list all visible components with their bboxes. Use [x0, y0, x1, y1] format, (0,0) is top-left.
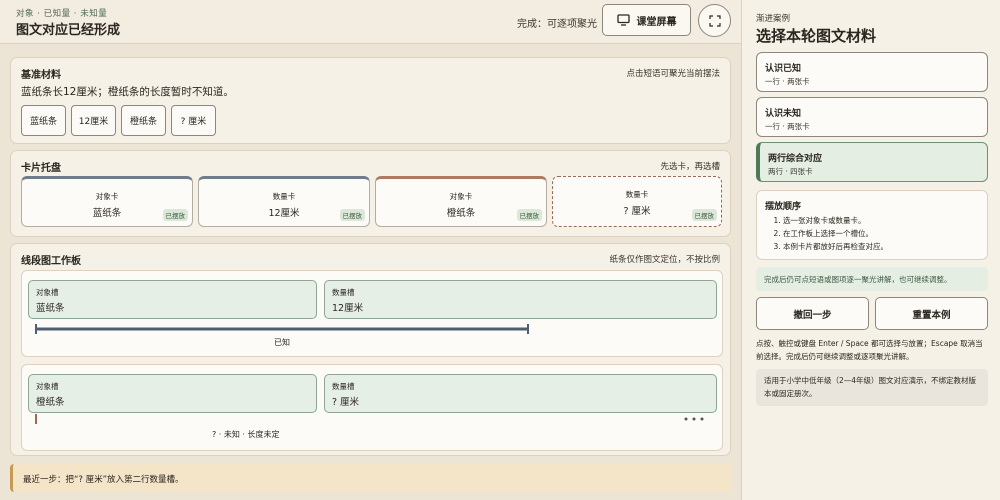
last-step-note: 最近一步：把“? 厘米”放入第二行数量槽。 — [10, 464, 731, 492]
top-header: 对象 · 已知量 · 未知量 图文对应已经形成 完成：可逐项聚光 课堂屏幕 — [0, 0, 741, 44]
order-steps: 选一张对象卡或数量卡。 在工作板上选择一个槽位。 本例卡片都放好后再检查对应。 — [771, 214, 888, 253]
workboard-panel: 线段图工作板 纸条仅作图文定位，不按比例 对象槽 蓝纸条 数量槽 12厘米 已知… — [10, 243, 731, 456]
known-bar-label: 已知 — [274, 338, 290, 347]
placed-badge: 已摆放 — [691, 209, 717, 221]
quantity-slot[interactable]: 数量槽 ? 厘米 — [324, 374, 717, 413]
case-title: 认识未知 — [765, 109, 802, 119]
side-panel: 渐进案例 选择本轮图文材料 认识已知 一行 · 两张卡 认识未知 一行 · 两张… — [741, 0, 1000, 500]
tray-hint: 先选卡，再选槽 — [660, 162, 720, 172]
unknown-bar-label: ? · 未知 · 长度未定 — [212, 430, 280, 439]
reference-text: 蓝纸条长12厘米；橙纸条的长度暂时不知道。 — [21, 86, 234, 98]
object-card-blue[interactable]: 对象卡 蓝纸条 已摆放 — [21, 176, 193, 227]
diagram-row-2: 对象槽 橙纸条 数量槽 ? 厘米 ? · 未知 · 长度未定 — [21, 364, 723, 451]
slot-value: 蓝纸条 — [36, 303, 65, 314]
phrase-chip[interactable]: 12厘米 — [71, 105, 116, 136]
quantity-card-unknown[interactable]: 数量卡 ? 厘米 已摆放 — [552, 176, 722, 227]
fullscreen-button[interactable] — [698, 4, 731, 37]
case-unknown[interactable]: 认识未知 一行 · 两张卡 — [756, 97, 988, 137]
object-slot[interactable]: 对象槽 蓝纸条 — [28, 280, 317, 319]
done-note: 完成后仍可点短语或图项逐一聚光讲解，也可继续调整。 — [756, 267, 988, 291]
monitor-icon — [616, 14, 630, 26]
placement-order-box: 摆放顺序 选一张对象卡或数量卡。 在工作板上选择一个槽位。 本例卡片都放好后再检… — [756, 190, 988, 260]
case-two-rows[interactable]: 两行综合对应 两行 · 四张卡 — [756, 142, 988, 182]
phrase-chip[interactable]: 橙纸条 — [121, 105, 166, 136]
reference-panel: 基准材料 点击短语可聚光当前摆法 蓝纸条长12厘米；橙纸条的长度暂时不知道。 蓝… — [10, 57, 731, 144]
slot-label: 对象槽 — [36, 382, 59, 391]
fullscreen-icon — [708, 14, 721, 27]
case-sub: 两行 · 四张卡 — [768, 167, 813, 176]
slot-value: 12厘米 — [332, 303, 364, 314]
object-slot[interactable]: 对象槽 橙纸条 — [28, 374, 317, 413]
scope-note: 适用于小学中低年级（2—4年级）图文对应演示，不绑定教材版本或固定册次。 — [756, 369, 988, 406]
case-title: 两行综合对应 — [768, 154, 823, 164]
tray-title: 卡片托盘 — [21, 163, 61, 174]
app-root: 对象 · 已知量 · 未知量 图文对应已经形成 完成：可逐项聚光 课堂屏幕 基准… — [0, 0, 1000, 500]
unknown-segment-bar — [35, 414, 704, 424]
card-tray-panel: 卡片托盘 先选卡，再选槽 对象卡 蓝纸条 已摆放 数量卡 12厘米 已摆放 对象… — [10, 150, 731, 237]
slot-label: 对象槽 — [36, 288, 59, 297]
undo-button[interactable]: 撤回一步 — [756, 297, 869, 330]
status-text: 完成：可逐项聚光 — [517, 19, 597, 30]
diagram-row-1: 对象槽 蓝纸条 数量槽 12厘米 已知 — [21, 270, 723, 357]
placed-badge: 已摆放 — [516, 209, 542, 221]
case-known[interactable]: 认识已知 一行 · 两张卡 — [756, 52, 988, 92]
case-sub: 一行 · 两张卡 — [765, 77, 810, 86]
card-type: 对象卡 — [449, 192, 473, 201]
order-step: 在工作板上选择一个槽位。 — [783, 227, 888, 240]
help-text: 点按、触控或键盘 Enter / Space 都可选择与放置；Escape 取消… — [756, 339, 983, 361]
placed-badge: 已摆放 — [162, 209, 188, 221]
slot-value: 橙纸条 — [36, 397, 65, 408]
reference-title: 基准材料 — [21, 70, 61, 81]
slot-value: ? 厘米 — [332, 397, 360, 408]
reset-button[interactable]: 重置本例 — [875, 297, 988, 330]
workboard-title: 线段图工作板 — [21, 256, 81, 267]
breadcrumb: 对象 · 已知量 · 未知量 — [16, 9, 108, 19]
case-sub: 一行 · 两张卡 — [765, 122, 810, 131]
slot-label: 数量槽 — [332, 382, 355, 391]
reference-hint: 点击短语可聚光当前摆法 — [626, 69, 720, 79]
card-type: 对象卡 — [95, 192, 119, 201]
phrase-chip[interactable]: 蓝纸条 — [21, 105, 66, 136]
slot-label: 数量槽 — [332, 288, 355, 297]
object-card-orange[interactable]: 对象卡 橙纸条 已摆放 — [375, 176, 547, 227]
page-title: 图文对应已经形成 — [16, 23, 121, 38]
quantity-card-12cm[interactable]: 数量卡 12厘米 已摆放 — [198, 176, 370, 227]
classroom-screen-button[interactable]: 课堂屏幕 — [602, 4, 691, 36]
quantity-slot[interactable]: 数量槽 12厘米 — [324, 280, 717, 319]
side-title: 选择本轮图文材料 — [756, 27, 877, 45]
order-step: 选一张对象卡或数量卡。 — [783, 214, 888, 227]
side-breadcrumb: 渐进案例 — [756, 14, 791, 24]
placed-badge: 已摆放 — [339, 209, 365, 221]
order-step: 本例卡片都放好后再检查对应。 — [783, 240, 888, 253]
workboard-hint: 纸条仅作图文定位，不按比例 — [609, 255, 720, 265]
known-segment-bar — [35, 324, 529, 334]
classroom-screen-label: 课堂屏幕 — [636, 16, 677, 28]
case-title: 认识已知 — [765, 64, 802, 74]
phrase-chip[interactable]: ? 厘米 — [171, 105, 216, 136]
card-type: 数量卡 — [272, 192, 296, 201]
card-type: 数量卡 — [625, 190, 649, 199]
order-title: 摆放顺序 — [765, 202, 802, 212]
